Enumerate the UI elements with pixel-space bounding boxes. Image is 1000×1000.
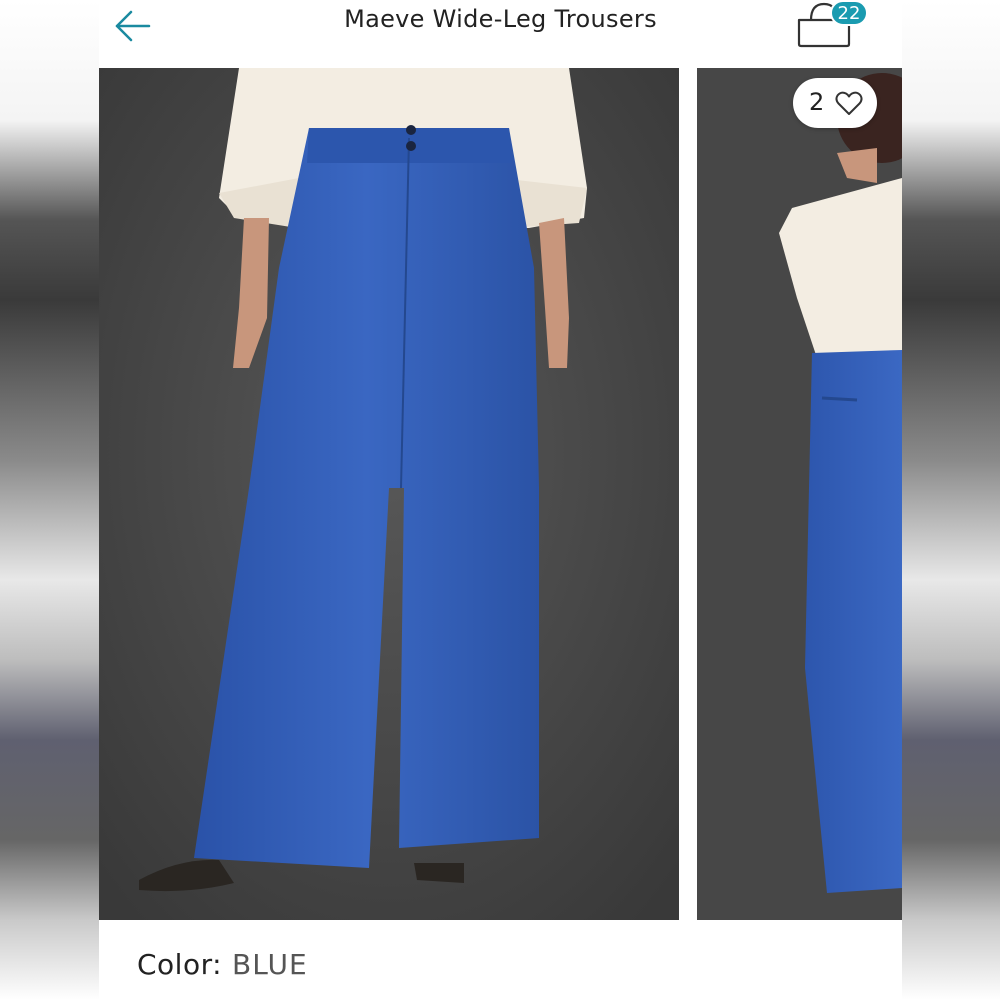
app-header: Maeve Wide-Leg Trousers 22 <box>99 0 902 68</box>
product-page: Maeve Wide-Leg Trousers 22 2 Color: BLUE <box>99 0 902 1000</box>
color-selector: Color: BLUE <box>137 948 308 981</box>
cart-count-badge: 22 <box>830 0 868 26</box>
like-count: 2 <box>809 88 825 116</box>
product-image-gallery[interactable] <box>99 68 902 920</box>
heart-outline-icon <box>835 91 863 115</box>
like-button[interactable]: 2 <box>793 78 877 128</box>
color-label: Color: <box>137 948 223 981</box>
product-photo-back[interactable] <box>697 68 902 920</box>
page-title: Maeve Wide-Leg Trousers <box>344 5 657 33</box>
color-value: BLUE <box>232 948 308 981</box>
product-photo-front[interactable] <box>99 68 679 920</box>
